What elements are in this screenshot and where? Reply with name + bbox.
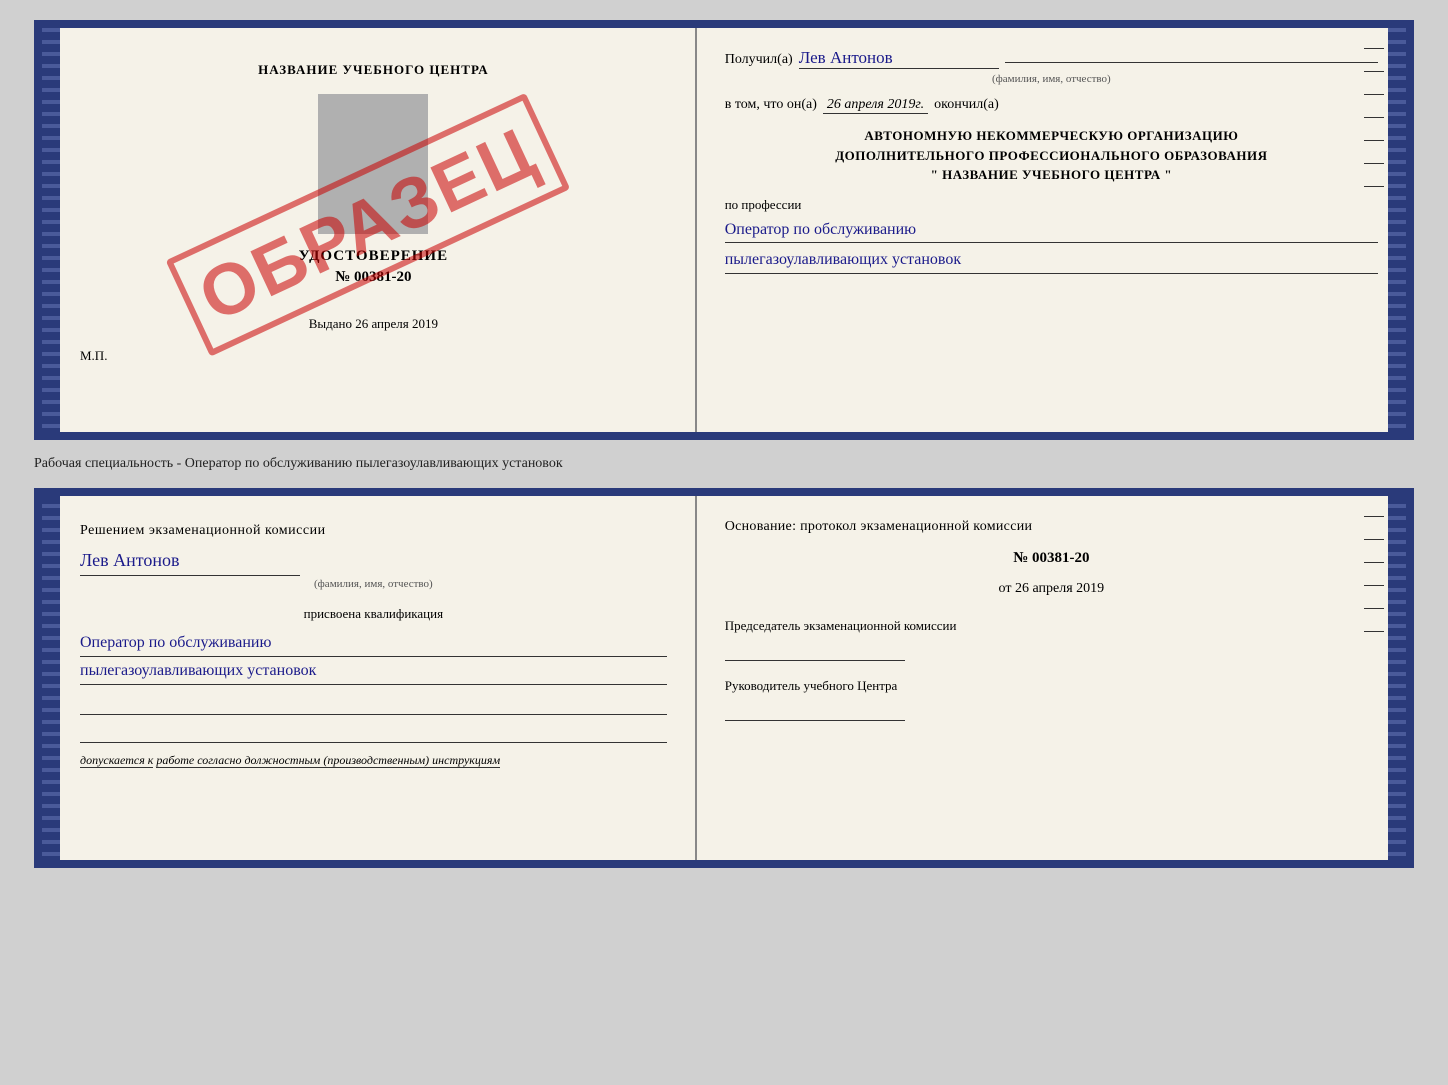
fio-sub-bottom: (фамилия, имя, отчество) [80,576,667,594]
udost-title: УДОСТОВЕРЕНИЕ [80,248,667,265]
cert-top-right: Получил(а) Лев Антонов (фамилия, имя, от… [697,28,1406,432]
rukovoditel-label: Руководитель учебного Центра [725,677,1378,695]
predsedatel-signature-line [725,641,905,661]
vydano-date: 26 апреля 2019 [355,316,438,331]
org-block: АВТОНОМНУЮ НЕКОММЕРЧЕСКУЮ ОРГАНИЗАЦИЮ ДО… [725,126,1378,185]
predsedatel-label: Председатель экзаменационной комиссии [725,617,1378,635]
person-name-bottom: Лев Антонов [80,546,300,576]
org-line3: " НАЗВАНИЕ УЧЕБНОГО ЦЕНТРА " [725,165,1378,185]
bdash6 [1364,631,1384,632]
resheniem-title: Решением экзаменационной комиссии [80,520,667,542]
ot-date-line: от 26 апреля 2019 [725,578,1378,600]
dash5 [1364,140,1384,141]
specialty-line: Рабочая специальность - Оператор по обсл… [34,452,1414,476]
ot-date: 26 апреля 2019 [1015,581,1104,596]
dash1 [1364,48,1384,49]
mp-line: М.П. [80,348,667,364]
document-container: НАЗВАНИЕ УЧЕБНОГО ЦЕНТРА УДОСТОВЕРЕНИЕ №… [34,20,1414,868]
dash3 [1364,94,1384,95]
cert-bottom-left: Решением экзаменационной комиссии Лев Ан… [42,496,697,860]
po-professii-label: по профессии [725,197,1378,213]
v-tom-label: в том, что он(а) [725,97,817,113]
prisvoena-label: присвоена квалификация [80,604,667,625]
bdash2 [1364,539,1384,540]
bdash1 [1364,516,1384,517]
kval-value2: пылегазоулавливающих установок [80,657,667,685]
org-line2: ДОПОЛНИТЕЛЬНОГО ПРОФЕССИОНАЛЬНОГО ОБРАЗО… [725,146,1378,166]
resheniem-block: Решением экзаменационной комиссии Лев Ан… [80,520,667,770]
right-dashes [1364,48,1384,187]
vydano-label: Выдано [309,316,352,331]
dopuskaetsya-value: работе согласно должностным (производств… [156,753,500,768]
cert-top-left: НАЗВАНИЕ УЧЕБНОГО ЦЕНТРА УДОСТОВЕРЕНИЕ №… [42,28,697,432]
v-tom-line: в том, что он(а) 26 апреля 2019г. окончи… [725,97,1378,114]
empty-line1 [80,695,667,715]
school-name-top: НАЗВАНИЕ УЧЕБНОГО ЦЕНТРА [80,62,667,78]
udost-number: № 00381-20 [80,269,667,286]
dopuskaetsya-block: допускается к работе согласно должностны… [80,751,667,770]
org-line1: АВТОНОМНУЮ НЕКОММЕРЧЕСКУЮ ОРГАНИЗАЦИЮ [725,126,1378,146]
cert-bottom-right: Основание: протокол экзаменационной коми… [697,496,1406,860]
bdash3 [1364,562,1384,563]
dash2 [1364,71,1384,72]
empty-line2 [80,723,667,743]
rukovoditel-block: Руководитель учебного Центра [725,677,1378,721]
dash4 [1364,117,1384,118]
ot-label: от [999,581,1012,596]
bdash5 [1364,608,1384,609]
photo-placeholder [318,94,428,234]
osnovanie-title: Основание: протокол экзаменационной коми… [725,516,1378,538]
dopuskaetsya-label: допускается к [80,753,153,768]
rukovoditel-signature-line [725,701,905,721]
dash7 [1364,186,1384,187]
protocol-number: № 00381-20 [725,546,1378,570]
okonchil-label: окончил(а) [934,97,999,113]
fio-sub-top: (фамилия, имя, отчество) [725,73,1378,85]
certificate-bottom: Решением экзаменационной комиссии Лев Ан… [34,488,1414,868]
right-strip-bottom [1388,496,1406,860]
right-dashes-bottom [1364,516,1384,632]
poluchil-label: Получил(а) [725,52,793,68]
vydano-line: Выдано 26 апреля 2019 [80,316,667,332]
kval-value1: Оператор по обслуживанию [80,629,667,657]
dash6 [1364,163,1384,164]
date-value: 26 апреля 2019г. [823,97,928,114]
predsedatel-block: Председатель экзаменационной комиссии [725,617,1378,661]
poluchil-line: Получил(а) Лев Антонов [725,48,1378,69]
profession-value2: пылегазоулавливающих установок [725,247,1378,274]
person-name-bottom-wrap: Лев Антонов [80,542,667,576]
dash-after-name [1005,62,1378,63]
poluchil-name: Лев Антонов [799,48,999,69]
osnovanie-block: Основание: протокол экзаменационной коми… [725,516,1378,721]
bdash4 [1364,585,1384,586]
certificate-top: НАЗВАНИЕ УЧЕБНОГО ЦЕНТРА УДОСТОВЕРЕНИЕ №… [34,20,1414,440]
profession-value1: Оператор по обслуживанию [725,217,1378,244]
right-strip [1388,28,1406,432]
